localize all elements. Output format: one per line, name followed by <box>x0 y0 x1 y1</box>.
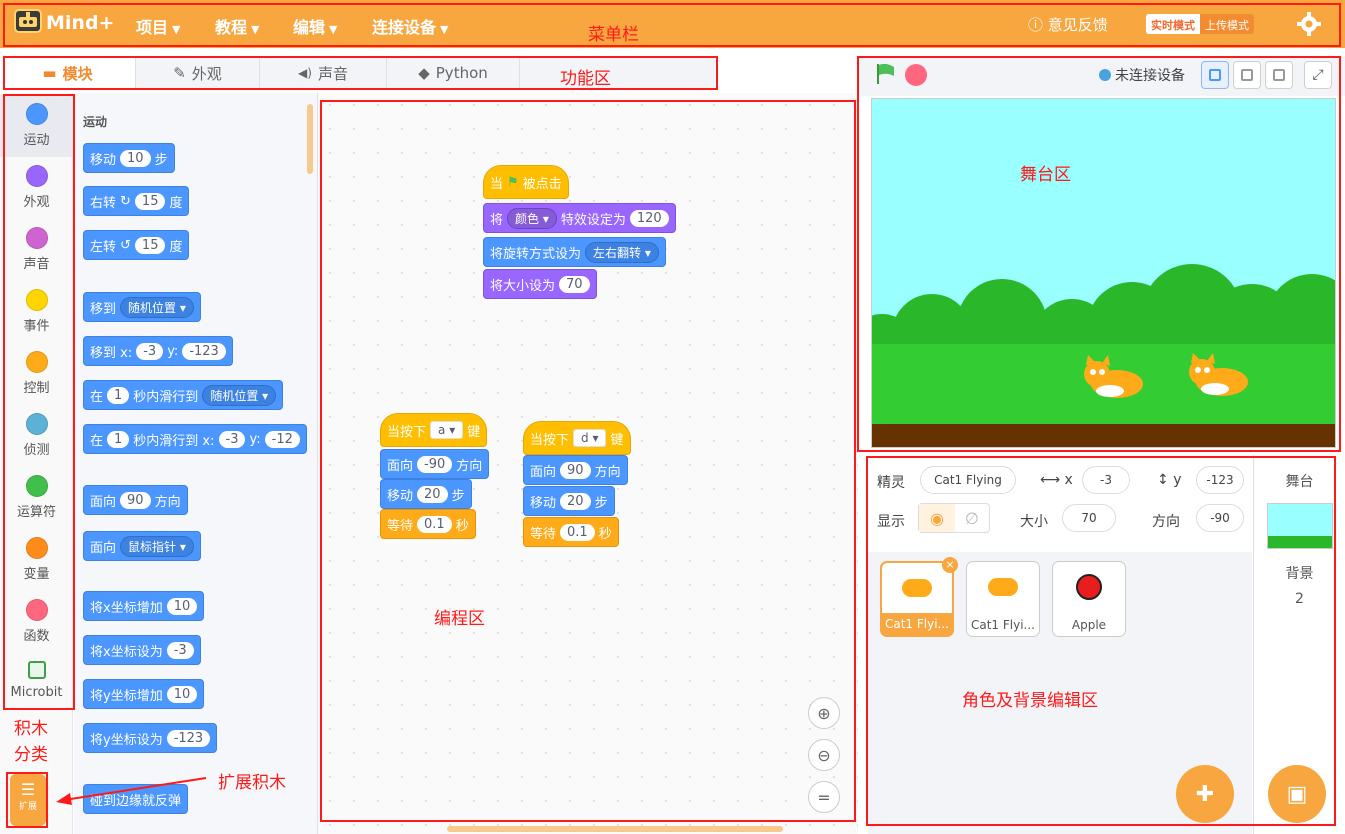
annotation-box-sprite <box>866 456 1336 826</box>
annotation-menu: 菜单栏 <box>588 25 639 45</box>
annotation-func: 功能区 <box>560 69 611 89</box>
annotation-cats-2: 分类 <box>14 745 48 765</box>
annotation-box-ext <box>6 772 48 828</box>
block-glide[interactable]: 在 1 秒内滑行到 随机位置 <box>83 380 284 410</box>
workspace-scrollbar[interactable] <box>447 826 783 832</box>
block-point-direction[interactable]: 面向 90 方向 <box>83 485 188 515</box>
block-goto[interactable]: 移到 随机位置 <box>83 292 201 322</box>
rotate-cw-icon: ↻ <box>120 193 131 209</box>
annotation-box-cats <box>3 94 75 710</box>
block-goto-xy[interactable]: 移到 x: -3 y: -123 <box>83 336 233 366</box>
annotation-code: 编程区 <box>434 609 485 629</box>
palette-scrollbar[interactable] <box>307 104 313 174</box>
annotation-sprite: 角色及背景编辑区 <box>962 691 1098 711</box>
annotation-stage: 舞台区 <box>1020 165 1071 185</box>
block-move[interactable]: 移动 10 步 <box>83 143 175 173</box>
mind-plus-app: Mind+ 项目 ▼ 教程 ▼ 编辑 ▼ 连接设备 ▼ ⓘ 意见反馈 实时模式 上传模式… <box>0 0 1345 834</box>
annotation-box-menu <box>3 3 1341 47</box>
block-set-y[interactable]: 将y坐标设为 -123 <box>83 723 218 753</box>
palette-section-title: 运动 <box>83 115 108 129</box>
block-change-y[interactable]: 将y坐标增加 10 <box>83 679 205 709</box>
annotation-arrow <box>56 777 207 805</box>
block-change-x[interactable]: 将x坐标增加 10 <box>83 591 205 621</box>
rotate-ccw-icon: ↺ <box>120 237 131 253</box>
block-point-towards[interactable]: 面向 鼠标指针 <box>83 531 201 561</box>
block-glide-xy[interactable]: 在 1 秒内滑行到 x: -3 y: -12 <box>83 424 307 454</box>
block-turn-right[interactable]: 右转 ↻ 15 度 <box>83 186 190 216</box>
block-turn-left[interactable]: 左转 ↺ 15 度 <box>83 230 190 260</box>
block-palette: 运动 移动10步 右转↻15度 左转↺15度 移到随机位置 移到 x:-3y:-… <box>74 93 318 834</box>
annotation-box-stage <box>857 56 1341 452</box>
block-set-x[interactable]: 将x坐标设为 -3 <box>83 635 201 665</box>
annotation-cats-1: 积木 <box>14 719 48 739</box>
annotation-ext: 扩展积木 <box>218 773 286 793</box>
annotation-box-code <box>320 100 856 822</box>
